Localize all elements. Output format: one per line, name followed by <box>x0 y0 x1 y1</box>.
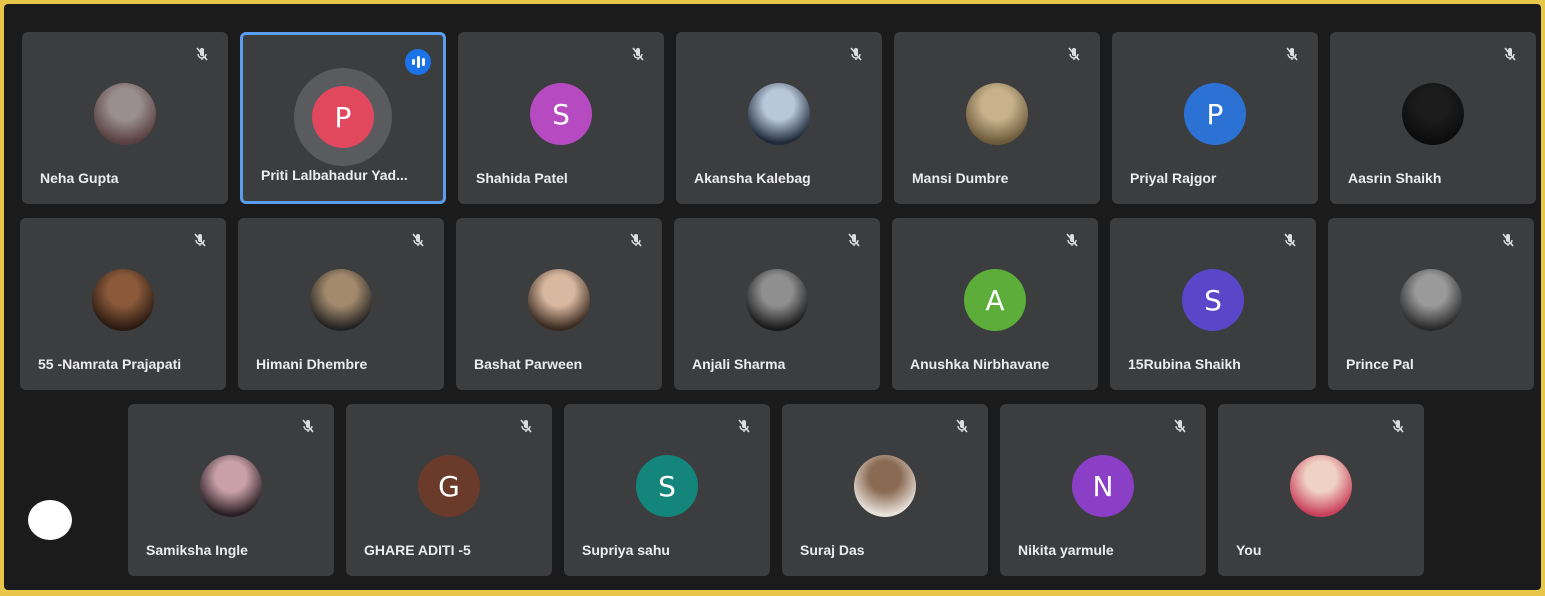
mic-off-icon <box>628 232 644 248</box>
audio-level-bar <box>411 59 415 65</box>
mic-off-icon <box>518 418 534 434</box>
participant-tile[interactable]: Himani Dhembre <box>238 218 444 390</box>
mic-off-icon <box>954 418 970 434</box>
participant-name: Priyal Rajgor <box>1130 170 1217 186</box>
participant-tile[interactable]: You <box>1218 404 1424 576</box>
avatar-photo <box>854 455 916 517</box>
mic-off-icon <box>736 418 752 434</box>
participant-tile[interactable]: Suraj Das <box>782 404 988 576</box>
participant-name: Suraj Das <box>800 542 865 558</box>
participant-tile[interactable]: S Supriya sahu <box>564 404 770 576</box>
meeting-grid: Neha Gupta P Priti Lalbahadur Yad... S Shahi… <box>4 4 1541 590</box>
mic-off-icon <box>1282 232 1298 248</box>
participant-name: Shahida Patel <box>476 170 568 186</box>
participant-tile[interactable]: Neha Gupta <box>22 32 228 204</box>
avatar: P <box>312 86 374 148</box>
audio-level-bar <box>421 58 425 66</box>
avatar: A <box>964 269 1026 331</box>
avatar-photo <box>200 455 262 517</box>
speaking-indicator-icon <box>405 49 431 75</box>
participant-name: Supriya sahu <box>582 542 670 558</box>
participant-tile[interactable]: Mansi Dumbre <box>894 32 1100 204</box>
participant-name: Anjali Sharma <box>692 356 786 372</box>
participant-tile[interactable]: Prince Pal <box>1328 218 1534 390</box>
participant-tile[interactable]: G GHARE ADITI -5 <box>346 404 552 576</box>
avatar-photo <box>1402 83 1464 145</box>
avatar: G <box>418 455 480 517</box>
mic-off-icon <box>1390 418 1406 434</box>
participant-name: Akansha Kalebag <box>694 170 811 186</box>
participant-tile[interactable]: A Anushka Nirbhavane <box>892 218 1098 390</box>
participant-name: 15Rubina Shaikh <box>1128 356 1241 372</box>
participant-name: Mansi Dumbre <box>912 170 1009 186</box>
avatar-photo <box>528 269 590 331</box>
avatar-photo <box>746 269 808 331</box>
avatar-photo <box>1290 455 1352 517</box>
mic-off-icon <box>1064 232 1080 248</box>
mic-off-icon <box>194 46 210 62</box>
mic-off-icon <box>630 46 646 62</box>
mic-off-icon <box>1502 46 1518 62</box>
participant-tile[interactable]: S 15Rubina Shaikh <box>1110 218 1316 390</box>
participant-name: Neha Gupta <box>40 170 119 186</box>
participant-row: 55 -Namrata Prajapati Himani Dhembre Basha… <box>20 218 1534 390</box>
participant-tile[interactable]: P Priyal Rajgor <box>1112 32 1318 204</box>
participant-row: Neha Gupta P Priti Lalbahadur Yad... S Shahi… <box>22 32 1536 204</box>
participant-name: Priti Lalbahadur Yad... <box>261 167 408 183</box>
avatar: S <box>530 83 592 145</box>
participant-name: Nikita yarmule <box>1018 542 1114 558</box>
avatar-photo <box>94 83 156 145</box>
mic-off-icon <box>848 46 864 62</box>
participant-name: Samiksha Ingle <box>146 542 248 558</box>
mic-off-icon <box>1066 46 1082 62</box>
mic-off-icon <box>1500 232 1516 248</box>
participant-row: Samiksha Ingle G GHARE ADITI -5 S Supriya sa… <box>128 404 1424 576</box>
mic-off-icon <box>1172 418 1188 434</box>
avatar-photo <box>748 83 810 145</box>
participant-name: 55 -Namrata Prajapati <box>38 356 182 372</box>
participant-name: You <box>1236 542 1262 558</box>
participant-name: Prince Pal <box>1346 356 1414 372</box>
mic-off-icon <box>192 232 208 248</box>
participant-name: Bashat Parween <box>474 356 583 372</box>
mic-off-icon <box>1284 46 1300 62</box>
participant-tile[interactable]: P Priti Lalbahadur Yad... <box>240 32 446 204</box>
mic-off-icon <box>410 232 426 248</box>
participant-tile[interactable]: Samiksha Ingle <box>128 404 334 576</box>
avatar: N <box>1072 455 1134 517</box>
participant-name: Anushka Nirbhavane <box>910 356 1050 372</box>
participant-tile[interactable]: Anjali Sharma <box>674 218 880 390</box>
participant-name: GHARE ADITI -5 <box>364 542 471 558</box>
mic-off-icon <box>300 418 316 434</box>
avatar-photo <box>966 83 1028 145</box>
participant-name: Himani Dhembre <box>256 356 368 372</box>
mic-off-icon <box>846 232 862 248</box>
avatar: S <box>1182 269 1244 331</box>
avatar-photo <box>1400 269 1462 331</box>
participant-tile[interactable]: N Nikita yarmule <box>1000 404 1206 576</box>
avatar: P <box>1184 83 1246 145</box>
self-view-indicator[interactable] <box>28 500 72 540</box>
participant-tile[interactable]: 55 -Namrata Prajapati <box>20 218 226 390</box>
participant-tile[interactable]: Aasrin Shaikh <box>1330 32 1536 204</box>
participant-tile[interactable]: Bashat Parween <box>456 218 662 390</box>
participant-tile[interactable]: S Shahida Patel <box>458 32 664 204</box>
audio-level-bar <box>416 56 420 68</box>
avatar-photo <box>310 269 372 331</box>
participant-tile[interactable]: Akansha Kalebag <box>676 32 882 204</box>
participant-name: Aasrin Shaikh <box>1348 170 1442 186</box>
avatar-photo <box>92 269 154 331</box>
avatar: S <box>636 455 698 517</box>
